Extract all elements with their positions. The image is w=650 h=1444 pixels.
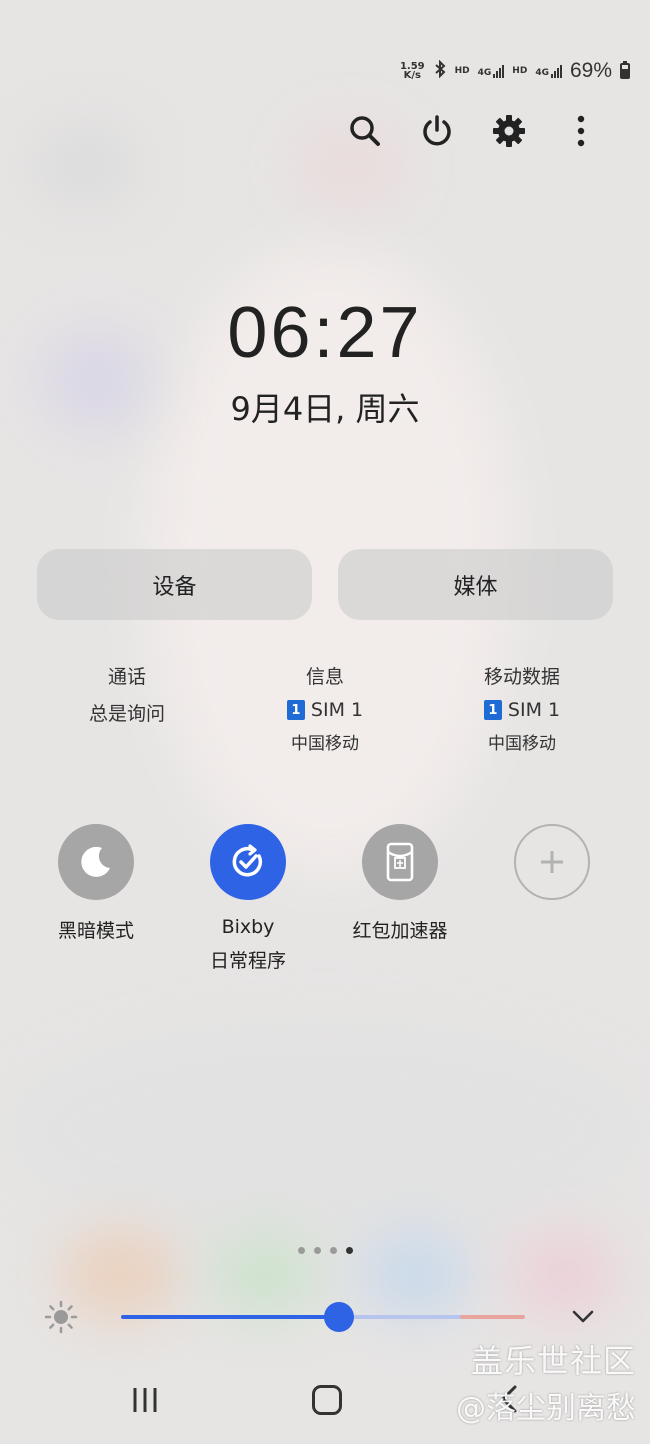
- brightness-slider-thumb[interactable]: [324, 1302, 355, 1332]
- moon-icon[interactable]: [58, 824, 134, 900]
- tile-dark-mode[interactable]: 黑暗模式: [21, 824, 171, 943]
- signal-icon: [493, 64, 505, 78]
- battery-percent: 69%: [569, 59, 612, 82]
- sim-carrier: 中国移动: [291, 734, 359, 754]
- power-icon[interactable]: [418, 112, 456, 150]
- hd-label: HD: [454, 66, 470, 76]
- page-dot: [329, 1247, 337, 1254]
- sim-setting-value: 总是询问: [88, 703, 165, 725]
- watermark-community: 盖乐世社区: [470, 1342, 636, 1380]
- clock-date[interactable]: 9月4日, 周六: [0, 384, 650, 430]
- signal-icon-2: [550, 64, 562, 78]
- page-dot: [313, 1247, 321, 1254]
- search-icon[interactable]: [346, 112, 384, 150]
- sim-setting-value: SIM 1: [310, 699, 364, 721]
- bixby-routine-icon[interactable]: [210, 824, 286, 900]
- tile-bixby-routines[interactable]: Bixby 日常程序: [173, 824, 323, 973]
- sim-setting-title: 移动数据: [483, 666, 560, 688]
- status-bar: 1.59 K/s HD 4G HD 4G 69%: [400, 56, 630, 86]
- tile-red-envelope[interactable]: 红包加速器: [325, 824, 475, 943]
- page-dot: [297, 1247, 305, 1254]
- tile-label: Bixby: [221, 916, 275, 938]
- tile-label: 黑暗模式: [57, 920, 134, 942]
- panel-actions: [346, 112, 600, 150]
- page-dot: [345, 1247, 353, 1254]
- red-envelope-icon[interactable]: [362, 824, 438, 900]
- page-indicator: [0, 1247, 650, 1254]
- battery-icon: [620, 61, 630, 79]
- sim-setting-title: 通话: [107, 666, 146, 688]
- devices-button[interactable]: 设备: [37, 549, 312, 620]
- sim-card-icon: 1: [483, 700, 502, 720]
- sim-setting-value: SIM 1: [507, 699, 561, 721]
- clock-time[interactable]: 06:27: [0, 292, 650, 374]
- sim-setting-title: 信息: [305, 666, 344, 688]
- sim-carrier: 中国移动: [488, 734, 556, 754]
- tile-label: 红包加速器: [352, 920, 448, 942]
- sim-setting-messages[interactable]: 信息 1 SIM 1 中国移动: [225, 662, 425, 754]
- tile-add[interactable]: [477, 824, 627, 900]
- network-type: 4G: [477, 68, 492, 78]
- sim-card-icon: 1: [286, 700, 305, 720]
- network-speed: 1.59 K/s: [399, 61, 425, 81]
- bluetooth-icon: [433, 59, 447, 82]
- recent-apps-icon[interactable]: [130, 1386, 160, 1414]
- media-button[interactable]: 媒体: [338, 549, 613, 620]
- brightness-icon: [44, 1300, 78, 1334]
- tile-label-secondary: 日常程序: [209, 950, 286, 972]
- hd-label-2: HD: [512, 66, 528, 76]
- gear-icon[interactable]: [490, 112, 528, 150]
- sim-setting-calls[interactable]: 通话 总是询问: [27, 662, 227, 726]
- more-vertical-icon[interactable]: [562, 112, 600, 150]
- add-icon[interactable]: [514, 824, 590, 900]
- brightness-slider[interactable]: [121, 1315, 525, 1319]
- home-icon[interactable]: [312, 1385, 342, 1415]
- sim-setting-mobile-data[interactable]: 移动数据 1 SIM 1 中国移动: [422, 662, 622, 754]
- chevron-down-icon[interactable]: [570, 1303, 596, 1329]
- network-type-2: 4G: [535, 68, 549, 78]
- watermark-author: @落尘别离愁: [456, 1391, 636, 1426]
